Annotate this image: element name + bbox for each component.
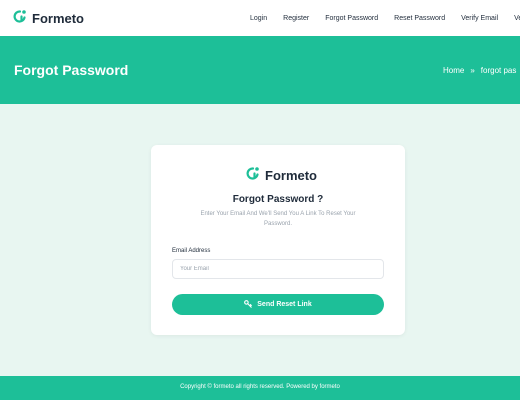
nav-link-forgot-password[interactable]: Forgot Password [325,15,378,22]
brand-name: Formeto [32,11,84,26]
card-brand-name: Formeto [265,168,317,183]
nav-links: Login Register Forgot Password Reset Pas… [250,0,520,36]
nav-link-register[interactable]: Register [283,15,309,22]
email-label: Email Address [172,248,211,254]
nav-link-verify-email[interactable]: Verify Email [461,15,498,22]
breadcrumb-separator: » [470,66,475,75]
nav-link-reset-password[interactable]: Reset Password [394,15,445,22]
page-hero: Forgot Password Home » forgot pas [0,36,520,104]
card-brand: Formeto [245,165,317,186]
key-icon [244,299,253,310]
nav-link-truncated[interactable]: Ve [514,15,520,22]
breadcrumb-current: forgot pas [480,66,517,75]
breadcrumb: Home » forgot pas [443,66,516,75]
email-input[interactable] [172,259,384,279]
send-reset-link-button[interactable]: Send Reset Link [172,294,384,315]
card-description: Enter Your Email And We'll Send You A Li… [200,211,356,227]
send-reset-link-label: Send Reset Link [257,301,312,308]
top-navbar: Formeto Login Register Forgot Password R… [0,0,520,36]
forgot-password-card: Formeto Forgot Password ? Enter Your Ema… [151,145,405,335]
card-title: Forgot Password ? [232,194,324,205]
footer: Copyright © formeto all rights reserved.… [0,376,520,400]
breadcrumb-home-link[interactable]: Home [443,66,464,75]
formeto-logo-icon [245,165,261,186]
brand[interactable]: Formeto [12,8,84,29]
nav-link-login[interactable]: Login [250,15,267,22]
formeto-logo-icon [12,8,28,29]
footer-copyright: Copyright © formeto all rights reserved.… [180,384,340,390]
page-title: Forgot Password [14,62,129,78]
